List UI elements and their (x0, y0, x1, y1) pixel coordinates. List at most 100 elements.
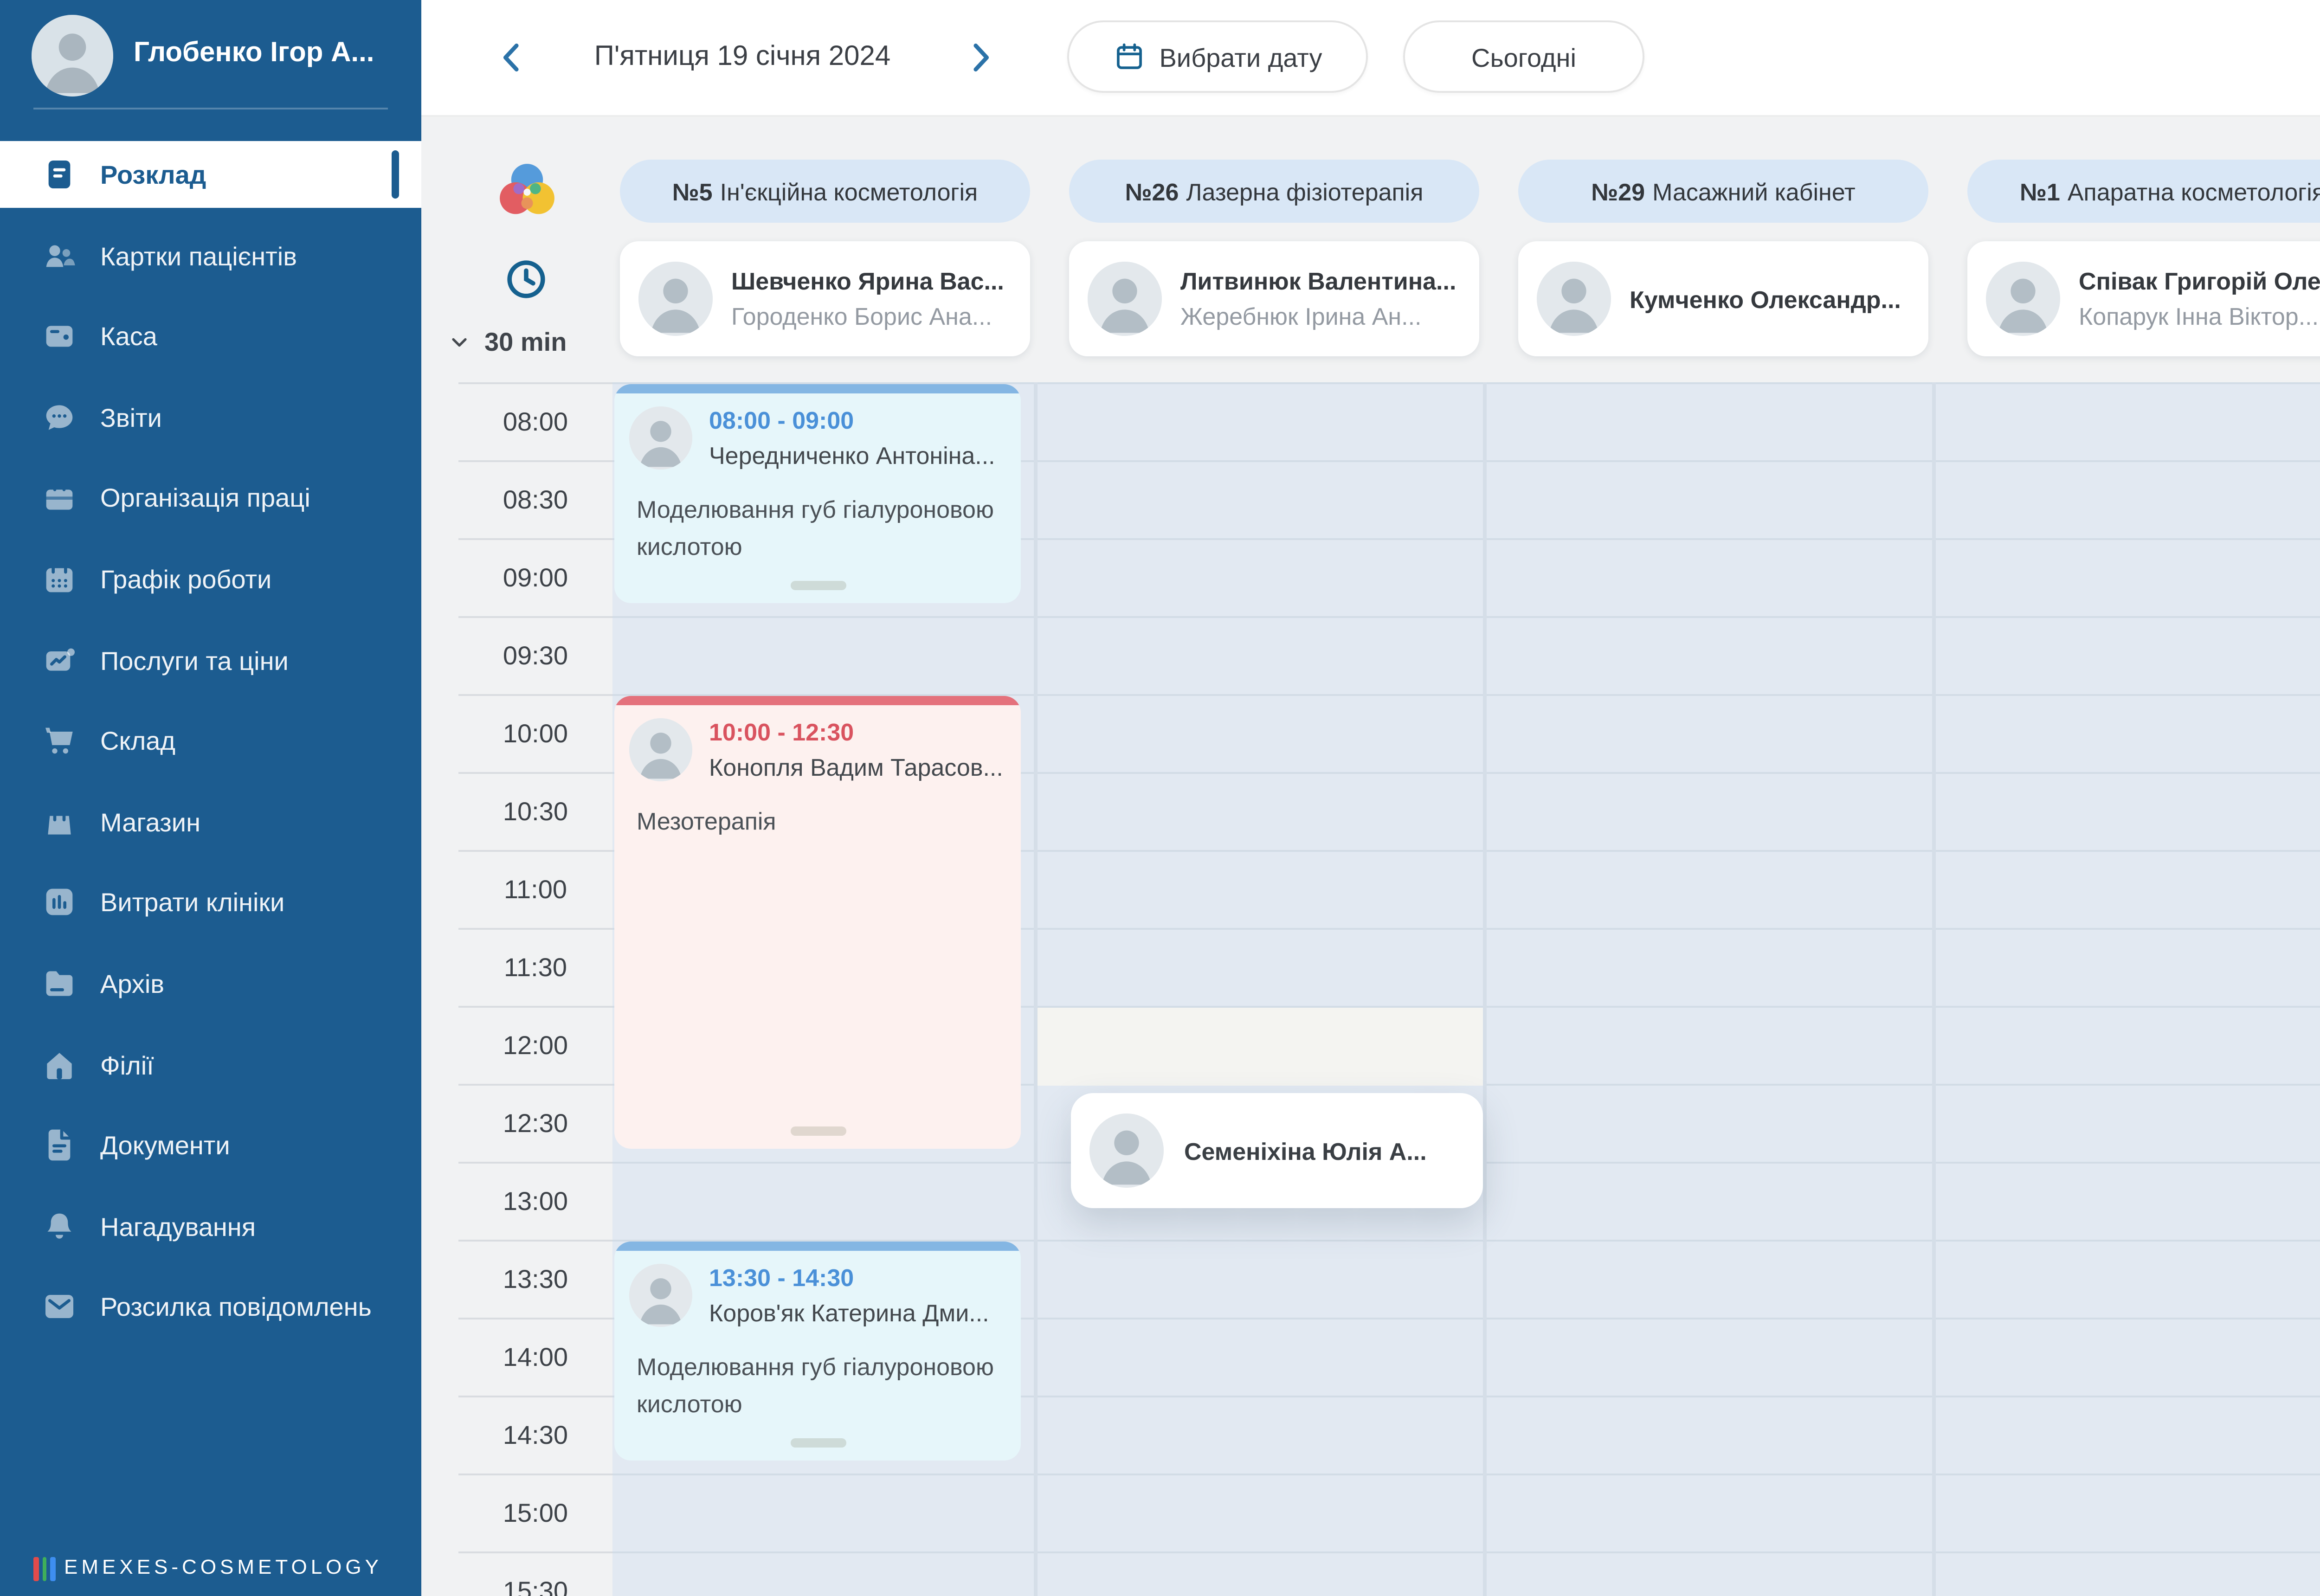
today-button[interactable]: Сьогодні (1403, 20, 1644, 93)
room-header: №1Апаратна косметологія (1967, 160, 2320, 223)
time-label: 14:00 (458, 1318, 612, 1396)
patient-avatar (1089, 1113, 1164, 1188)
sidebar-item-label: Послуги та ціни (100, 626, 289, 693)
sidebar-item-work-schedule[interactable]: Графік роботи (0, 546, 421, 612)
patient-avatar (629, 1264, 692, 1327)
sidebar-item-label: Магазин (100, 788, 200, 855)
branches-icon (41, 1046, 78, 1083)
chevron-left-icon (492, 37, 533, 78)
sidebar-item-branches[interactable]: Філії (0, 1031, 421, 1098)
schedule-column[interactable] (1034, 382, 1483, 1596)
drag-handle-icon[interactable] (790, 1126, 845, 1136)
logo-bars-icon (33, 1556, 55, 1580)
appointment-card[interactable]: 13:30 - 14:30Коров'як Катерина Дми...Мод… (614, 1242, 1021, 1461)
today-label: Сьогодні (1471, 42, 1576, 71)
sidebar-item-warehouse[interactable]: Склад (0, 708, 421, 774)
appointment-color-strip (614, 384, 1021, 393)
sidebar-item-clinic-expenses[interactable]: Витрати клініки (0, 869, 421, 936)
appointment-color-strip (614, 696, 1021, 705)
sidebar-item-patients[interactable]: Картки пацієнтів (0, 222, 421, 289)
time-label: 14:30 (458, 1396, 612, 1474)
appointment-time: 10:00 - 12:30 (709, 718, 1003, 746)
service-name: Моделювання губ гіалуроновою кислотою (614, 470, 1021, 564)
time-label: 13:30 (458, 1240, 612, 1318)
sidebar-item-messaging[interactable]: Розсилка повідомлень (0, 1274, 421, 1341)
calendar-icon (1113, 41, 1144, 72)
user-avatar (32, 15, 113, 97)
doctor-avatar (638, 262, 713, 336)
sidebar-item-shop[interactable]: Магазин (0, 788, 421, 855)
time-label: 08:30 (458, 460, 612, 538)
sidebar-item-services-prices[interactable]: Послуги та ціни (0, 626, 421, 693)
sidebar-item-cashier[interactable]: Каса (0, 303, 421, 370)
service-name: Мезотерапія (614, 781, 1021, 840)
time-label: 11:00 (458, 850, 612, 928)
slot-duration-label: 30 min (484, 327, 567, 356)
prev-day-button[interactable] (492, 37, 533, 78)
doctor-card[interactable]: Співак Григорій Оле... Копарук Інна Вікто… (1967, 241, 2320, 356)
cashier-icon (41, 318, 78, 355)
slot-duration-select[interactable]: 30 min (447, 315, 618, 367)
time-label: 15:30 (458, 1551, 612, 1596)
patient-avatar (629, 406, 692, 470)
doctor-name: Городенко Борис Ана... (731, 302, 1004, 330)
sidebar-item-label: Розклад (100, 141, 206, 208)
archive-icon (41, 965, 78, 1002)
sidebar-item-documents[interactable]: Документи (0, 1112, 421, 1179)
patient-name: Чередниченко Антоніна... (709, 442, 995, 470)
sidebar-item-archive[interactable]: Архів (0, 950, 421, 1017)
sidebar-item-reminders[interactable]: Нагадування (0, 1193, 421, 1260)
doctor-name: Копарук Інна Віктор... (2079, 302, 2320, 330)
time-label: 15:00 (458, 1474, 612, 1551)
room-header: №29Масажний кабінет (1518, 160, 1928, 223)
work-organization-icon (41, 480, 78, 517)
sidebar-item-label: Каса (100, 303, 157, 370)
clinic-expenses-icon (41, 884, 78, 921)
scheduler: 30 min 08:0008:3009:0009:3010:0010:3011:… (421, 115, 2320, 1596)
time-gutter: 08:0008:3009:0009:3010:0010:3011:0011:30… (458, 382, 612, 1596)
room-header: №26Лазерна фізіотерапія (1069, 160, 1479, 223)
sidebar-item-label: Витрати клініки (100, 869, 284, 936)
sidebar-item-label: Розсилка повідомлень (100, 1274, 372, 1341)
chevron-down-icon (447, 329, 471, 354)
doctor-name: Кумченко Олександр... (1630, 285, 1901, 313)
schedule-column[interactable] (1483, 382, 1932, 1596)
palette-icon[interactable] (492, 156, 562, 226)
appointment-color-strip (614, 1242, 1021, 1251)
time-label: 11:30 (458, 928, 612, 1006)
pick-date-label: Вибрати дату (1159, 42, 1322, 71)
current-date-label: П'ятниця 19 січня 2024 (557, 0, 928, 115)
schedule-column[interactable] (1932, 382, 2320, 1596)
floating-appointment-card[interactable]: Семеніхіна Юлія А... (1071, 1093, 1483, 1208)
drag-handle-icon[interactable] (790, 1438, 845, 1448)
reminders-icon (41, 1208, 78, 1245)
chevron-right-icon (960, 37, 1000, 78)
doctor-avatar (1986, 262, 2060, 336)
appointment-card[interactable]: 08:00 - 09:00Чередниченко Антоніна...Мод… (614, 384, 1021, 603)
sidebar-item-reports[interactable]: Звіти (0, 384, 421, 450)
drag-handle-icon[interactable] (790, 581, 845, 590)
clock-icon (503, 256, 549, 302)
room-header: №5Ін'єкційна косметологія (620, 160, 1030, 223)
time-label: 12:30 (458, 1084, 612, 1162)
patient-name: Коров'як Катерина Дми... (709, 1299, 989, 1327)
shop-icon (41, 803, 78, 840)
next-day-button[interactable] (960, 37, 1000, 78)
patient-name: Конопля Вадим Тарасов... (709, 753, 1003, 781)
sidebar-item-work-organization[interactable]: Організація праці (0, 465, 421, 532)
sidebar-item-schedule[interactable]: Розклад (0, 141, 421, 208)
logo-text: emexes-cosmetology (64, 1557, 382, 1579)
pick-date-button[interactable]: Вибрати дату (1067, 20, 1368, 93)
doctor-card[interactable]: Шевченко Ярина Вас...Городенко Борис Ана… (620, 241, 1030, 356)
doctor-card[interactable]: Литвинюк Валентина...Жеребнюк Ірина Ан..… (1069, 241, 1479, 356)
documents-icon (41, 1127, 78, 1164)
highlighted-slot[interactable] (1038, 1008, 1483, 1086)
doctor-name: Співак Григорій Оле... (2079, 267, 2320, 295)
appointment-card[interactable]: 10:00 - 12:30 Конопля Вадим Тарасов...Мез… (614, 696, 1021, 1149)
app: Глобенко Ігор А... Розклад Картки пацієнт… (0, 0, 2320, 1596)
doctor-card[interactable]: Кумченко Олександр... (1518, 241, 1928, 356)
time-label: 10:30 (458, 772, 612, 850)
brand-logo: emexes-cosmetology (33, 1551, 382, 1585)
user-profile[interactable]: Глобенко Ігор А... (0, 0, 421, 108)
time-label: 10:00 (458, 694, 612, 772)
